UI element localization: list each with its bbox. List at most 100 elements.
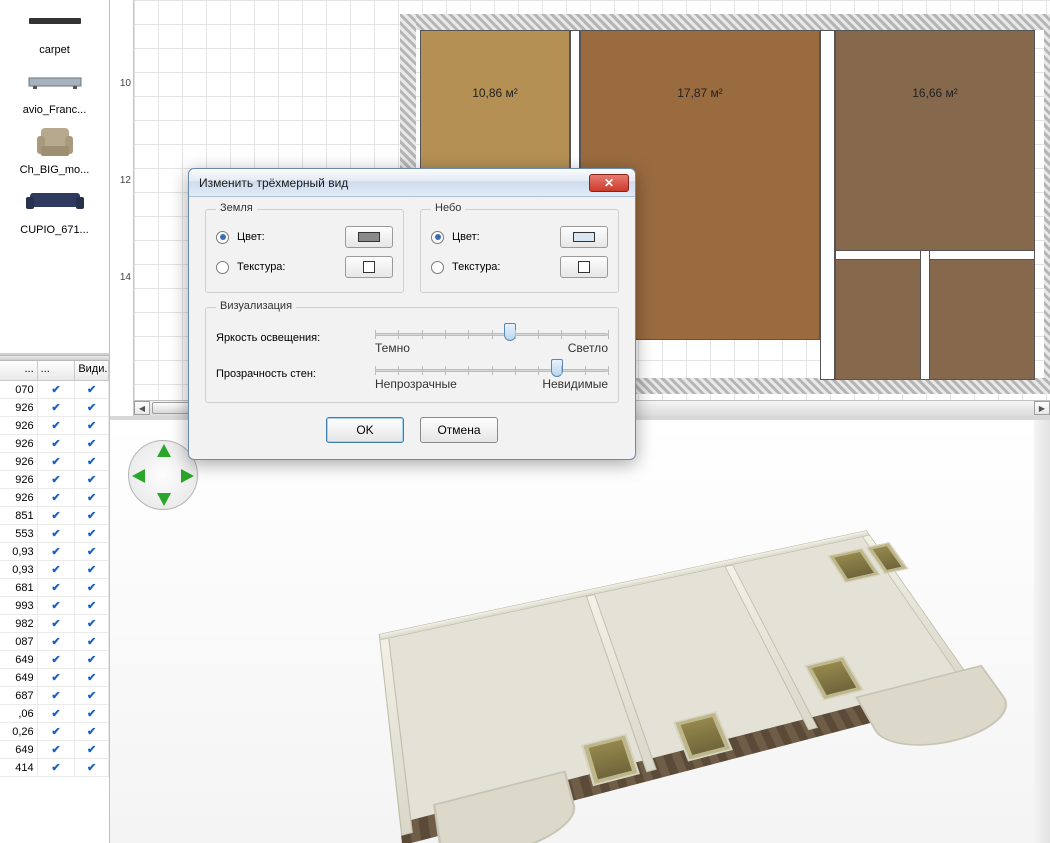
table-row[interactable]: 553✔✔ — [0, 525, 109, 543]
furniture-catalog[interactable]: carpet avio_Franc... Ch_BIG_mo... CUPIO_671… — [0, 0, 109, 355]
cell-check[interactable]: ✔ — [75, 759, 109, 776]
catalog-item[interactable]: Ch_BIG_mo... — [0, 160, 109, 180]
table-row[interactable]: 926✔✔ — [0, 435, 109, 453]
cell-check[interactable]: ✔ — [75, 489, 109, 506]
table-row[interactable]: 926✔✔ — [0, 471, 109, 489]
cell-check[interactable]: ✔ — [38, 435, 76, 452]
nav-up-icon[interactable] — [157, 444, 171, 457]
cell-check[interactable]: ✔ — [75, 507, 109, 524]
cell-check[interactable]: ✔ — [75, 525, 109, 542]
view-3d[interactable] — [110, 420, 1050, 843]
cell-check[interactable]: ✔ — [38, 399, 76, 416]
catalog-item[interactable] — [0, 120, 109, 160]
table-row[interactable]: 926✔✔ — [0, 453, 109, 471]
cell-check[interactable]: ✔ — [38, 687, 76, 704]
cell-check[interactable]: ✔ — [75, 399, 109, 416]
sky-texture-radio[interactable] — [431, 261, 444, 274]
table-body[interactable]: 070✔✔926✔✔926✔✔926✔✔926✔✔926✔✔926✔✔851✔✔… — [0, 381, 109, 843]
wall[interactable] — [1044, 14, 1050, 394]
cell-check[interactable]: ✔ — [75, 741, 109, 758]
room-3[interactable]: 16,66 м² — [835, 30, 1035, 380]
catalog-item[interactable]: avio_Franc... — [0, 100, 109, 120]
catalog-item[interactable] — [0, 60, 109, 100]
sky-color-button[interactable] — [560, 226, 608, 248]
cell-check[interactable]: ✔ — [75, 561, 109, 578]
opacity-slider[interactable]: Непрозрачные Невидимые — [375, 359, 608, 389]
cell-check[interactable]: ✔ — [38, 579, 76, 596]
cell-check[interactable]: ✔ — [75, 705, 109, 722]
cell-check[interactable]: ✔ — [75, 435, 109, 452]
ground-texture-button[interactable] — [345, 256, 393, 278]
cell-check[interactable]: ✔ — [75, 381, 109, 398]
close-button[interactable]: ✕ — [589, 174, 629, 192]
col-2[interactable]: ... — [38, 361, 76, 380]
catalog-item[interactable] — [0, 180, 109, 220]
interior-wall[interactable] — [820, 30, 835, 380]
cell-check[interactable]: ✔ — [38, 633, 76, 650]
catalog-item[interactable]: CUPIO_671... — [0, 220, 109, 240]
cell-check[interactable]: ✔ — [75, 471, 109, 488]
cell-check[interactable]: ✔ — [75, 687, 109, 704]
cell-check[interactable]: ✔ — [38, 615, 76, 632]
nav-down-icon[interactable] — [157, 493, 171, 506]
cell-check[interactable]: ✔ — [38, 723, 76, 740]
scroll-right-button[interactable]: ▶ — [1034, 401, 1050, 415]
sky-color-radio[interactable] — [431, 231, 444, 244]
sky-texture-button[interactable] — [560, 256, 608, 278]
scroll-left-button[interactable]: ◀ — [134, 401, 150, 415]
cell-check[interactable]: ✔ — [38, 453, 76, 470]
table-row[interactable]: 070✔✔ — [0, 381, 109, 399]
table-row[interactable]: 087✔✔ — [0, 633, 109, 651]
cell-check[interactable]: ✔ — [75, 543, 109, 560]
cell-check[interactable]: ✔ — [38, 381, 76, 398]
col-3[interactable]: Види... — [75, 361, 109, 380]
cell-check[interactable]: ✔ — [75, 615, 109, 632]
nav-right-icon[interactable] — [181, 469, 194, 483]
cell-check[interactable]: ✔ — [75, 579, 109, 596]
table-row[interactable]: 687✔✔ — [0, 687, 109, 705]
cell-check[interactable]: ✔ — [75, 633, 109, 650]
cell-check[interactable]: ✔ — [75, 417, 109, 434]
cell-check[interactable]: ✔ — [75, 723, 109, 740]
interior-wall[interactable] — [920, 250, 930, 380]
table-row[interactable]: 926✔✔ — [0, 417, 109, 435]
table-row[interactable]: 0,93✔✔ — [0, 543, 109, 561]
table-row[interactable]: 926✔✔ — [0, 399, 109, 417]
table-row[interactable]: 982✔✔ — [0, 615, 109, 633]
table-row[interactable]: 0,93✔✔ — [0, 561, 109, 579]
ok-button[interactable]: OK — [326, 417, 404, 443]
cell-check[interactable]: ✔ — [38, 489, 76, 506]
ground-color-button[interactable] — [345, 226, 393, 248]
table-row[interactable]: 993✔✔ — [0, 597, 109, 615]
interior-wall[interactable] — [835, 250, 1035, 260]
col-1[interactable]: ... — [0, 361, 38, 380]
table-row[interactable]: 851✔✔ — [0, 507, 109, 525]
catalog-item[interactable]: carpet — [0, 40, 109, 60]
cell-check[interactable]: ✔ — [38, 741, 76, 758]
brightness-slider[interactable]: Темно Светло — [375, 323, 608, 353]
ground-texture-radio[interactable] — [216, 261, 229, 274]
table-row[interactable]: 926✔✔ — [0, 489, 109, 507]
dialog-titlebar[interactable]: Изменить трёхмерный вид ✕ — [189, 169, 635, 197]
cell-check[interactable]: ✔ — [75, 651, 109, 668]
table-row[interactable]: 681✔✔ — [0, 579, 109, 597]
cell-check[interactable]: ✔ — [38, 417, 76, 434]
cell-check[interactable]: ✔ — [38, 543, 76, 560]
cancel-button[interactable]: Отмена — [420, 417, 498, 443]
cell-check[interactable]: ✔ — [38, 561, 76, 578]
cell-check[interactable]: ✔ — [38, 669, 76, 686]
catalog-item[interactable] — [0, 0, 109, 40]
table-row[interactable]: 414✔✔ — [0, 759, 109, 777]
cell-check[interactable]: ✔ — [75, 669, 109, 686]
ground-color-radio[interactable] — [216, 231, 229, 244]
cell-check[interactable]: ✔ — [38, 651, 76, 668]
cell-check[interactable]: ✔ — [75, 597, 109, 614]
table-row[interactable]: 649✔✔ — [0, 669, 109, 687]
cell-check[interactable]: ✔ — [38, 705, 76, 722]
nav-left-icon[interactable] — [132, 469, 145, 483]
table-row[interactable]: 0,26✔✔ — [0, 723, 109, 741]
table-row[interactable]: 649✔✔ — [0, 741, 109, 759]
wall[interactable] — [400, 14, 1050, 30]
cell-check[interactable]: ✔ — [38, 597, 76, 614]
cell-check[interactable]: ✔ — [38, 471, 76, 488]
